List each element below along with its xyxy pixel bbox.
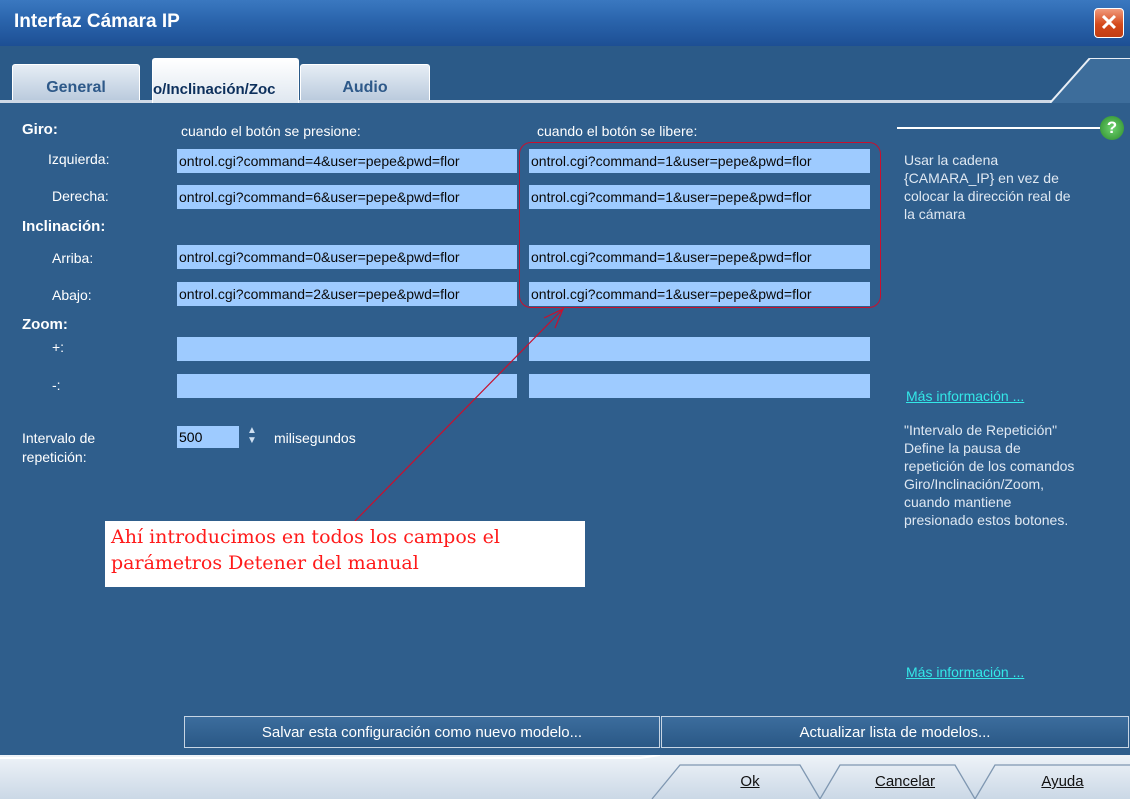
annotation-highlight (519, 142, 881, 308)
stepper-arrows-icon[interactable]: ▲ ▼ (241, 426, 263, 448)
row-label-zoom-out: -: (52, 377, 61, 393)
ok-button[interactable]: Ok (700, 766, 800, 798)
hint-line: Usar la cadena (904, 152, 999, 168)
pan-right-pressed-field[interactable]: ontrol.cgi?command=6&user=pepe&pwd=flor (177, 185, 517, 209)
ok-button-label: Ok (740, 773, 760, 790)
section-zoom: Zoom: (22, 316, 68, 333)
tab-decoration (1050, 58, 1130, 103)
close-button[interactable]: ✕ (1094, 8, 1124, 38)
hint-repeat-interval: "Intervalo de Repetición" Define la paus… (904, 421, 1074, 529)
hint-line: {CAMARA_IP} en vez de (904, 170, 1059, 186)
more-info-link-2[interactable]: Más información ... (906, 664, 1024, 680)
more-info-link-1[interactable]: Más información ... (906, 388, 1024, 404)
section-pan: Giro: (22, 121, 58, 138)
hint-camera-ip: Usar la cadena {CAMARA_IP} en vez de col… (904, 151, 1071, 223)
help-divider (897, 127, 1100, 129)
repeat-interval-stepper[interactable]: 500 ▲ ▼ (177, 426, 265, 448)
repeat-label-line1: Intervalo de (22, 430, 96, 446)
tab-general[interactable]: General (12, 64, 140, 103)
hint-line: cuando mantiene (904, 494, 1012, 510)
pan-left-pressed-field[interactable]: ontrol.cgi?command=4&user=pepe&pwd=flor (177, 149, 517, 173)
zoom-out-pressed-field[interactable] (177, 374, 517, 398)
cancel-button[interactable]: Cancelar (850, 766, 960, 798)
tilt-up-pressed-field[interactable]: ontrol.cgi?command=0&user=pepe&pwd=flor (177, 245, 517, 269)
save-as-model-button[interactable]: Salvar esta configuración como nuevo mod… (184, 716, 660, 748)
tab-pan-tilt-zoom[interactable]: o/Inclinación/Zoc (152, 58, 299, 103)
section-tilt: Inclinación: (22, 218, 106, 235)
column-header-pressed: cuando el botón se presione: (181, 123, 361, 139)
row-label-zoom-in: +: (52, 339, 65, 355)
row-label-right: Derecha: (52, 188, 109, 204)
hint-line: Giro/Inclinación/Zoom, (904, 476, 1045, 492)
refresh-models-button[interactable]: Actualizar lista de modelos... (661, 716, 1129, 748)
repeat-interval-input[interactable]: 500 (177, 426, 239, 448)
cancel-button-label: Cancelar (874, 773, 936, 790)
tilt-down-pressed-field[interactable]: ontrol.cgi?command=2&user=pepe&pwd=flor (177, 282, 517, 306)
repeat-label-line2: repetición: (22, 449, 87, 465)
bottom-separators (0, 755, 1130, 799)
help-button-label: Ayuda (1041, 773, 1084, 790)
title-bar: Interfaz Cámara IP ✕ (0, 0, 1130, 46)
row-label-up: Arriba: (52, 250, 94, 266)
help-icon[interactable]: ? (1100, 116, 1124, 140)
hint-line: repetición de los comandos (904, 458, 1075, 474)
hint-line: presionado estos botones. (904, 512, 1069, 528)
repeat-unit: milisegundos (274, 430, 356, 446)
hint-line: Define la pausa de (904, 440, 1021, 456)
zoom-out-released-field[interactable] (529, 374, 870, 398)
row-label-down: Abajo: (52, 287, 92, 303)
zoom-in-released-field[interactable] (529, 337, 870, 361)
annotation-note: Ahí introducimos en todos los campos el … (105, 521, 585, 587)
column-header-released: cuando el botón se libere: (537, 123, 698, 139)
hint-line: colocar la dirección real de (904, 188, 1071, 204)
zoom-in-pressed-field[interactable] (177, 337, 517, 361)
annotation-line2: parámetros Detener del manual (111, 552, 419, 574)
hint-line: "Intervalo de Repetición" (904, 422, 1058, 438)
help-button[interactable]: Ayuda (1005, 766, 1120, 798)
annotation-line1: Ahí introducimos en todos los campos el (111, 526, 500, 548)
tab-audio[interactable]: Audio (300, 64, 430, 103)
row-label-left: Izquierda: (48, 151, 110, 167)
window-title: Interfaz Cámara IP (14, 11, 180, 32)
hint-line: la cámara (904, 206, 966, 222)
